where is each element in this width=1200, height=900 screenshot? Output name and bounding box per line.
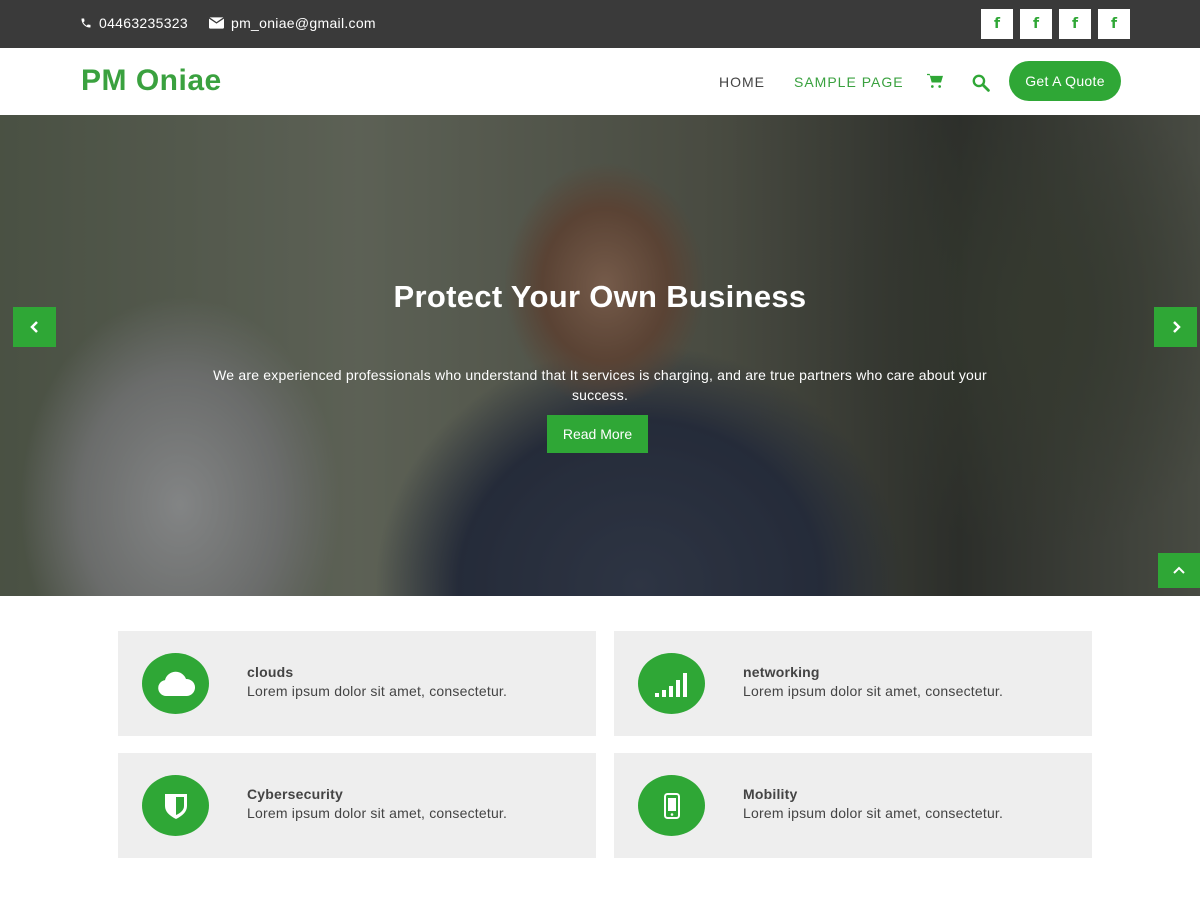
email-address: pm_oniae@gmail.com bbox=[231, 15, 376, 31]
hero-slider: Protect Your Own Business We are experie… bbox=[0, 115, 1200, 596]
facebook-icon: f bbox=[1110, 16, 1118, 32]
top-bar: 04463235323 pm_oniae@gmail.com f f f f bbox=[0, 0, 1200, 48]
service-card-clouds: clouds Lorem ipsum dolor sit amet, conse… bbox=[118, 631, 596, 736]
phone-number: 04463235323 bbox=[99, 15, 188, 31]
facebook-icon: f bbox=[1032, 16, 1040, 32]
facebook-link-1[interactable]: f bbox=[981, 9, 1013, 39]
search-icon[interactable] bbox=[971, 73, 990, 97]
facebook-icon: f bbox=[1071, 16, 1079, 32]
service-title: clouds bbox=[247, 664, 294, 680]
read-more-button[interactable]: Read More bbox=[547, 415, 648, 453]
site-logo[interactable]: PM Oniae bbox=[81, 64, 222, 98]
service-card-networking: networking Lorem ipsum dolor sit amet, c… bbox=[614, 631, 1092, 736]
facebook-icon: f bbox=[993, 16, 1001, 32]
signal-icon bbox=[638, 653, 705, 714]
nav-item-sample-page[interactable]: SAMPLE PAGE bbox=[794, 74, 904, 90]
social-links: f f f f bbox=[981, 9, 1130, 39]
facebook-link-4[interactable]: f bbox=[1098, 9, 1130, 39]
email-contact[interactable]: pm_oniae@gmail.com bbox=[209, 15, 376, 31]
service-card-mobility: Mobility Lorem ipsum dolor sit amet, con… bbox=[614, 753, 1092, 858]
facebook-link-3[interactable]: f bbox=[1059, 9, 1091, 39]
nav-item-home[interactable]: HOME bbox=[719, 74, 765, 90]
service-title: Mobility bbox=[743, 786, 798, 802]
slider-prev-button[interactable] bbox=[13, 307, 56, 347]
facebook-link-2[interactable]: f bbox=[1020, 9, 1052, 39]
mobile-icon bbox=[638, 775, 705, 836]
scroll-to-top-button[interactable] bbox=[1158, 553, 1200, 588]
service-card-cybersecurity: Cybersecurity Lorem ipsum dolor sit amet… bbox=[118, 753, 596, 858]
service-description: Lorem ipsum dolor sit amet, consectetur. bbox=[247, 683, 508, 699]
cloud-icon bbox=[142, 653, 209, 714]
site-header: PM Oniae HOME SAMPLE PAGE Get A Quote bbox=[0, 48, 1200, 115]
slider-next-button[interactable] bbox=[1154, 307, 1197, 347]
service-description: Lorem ipsum dolor sit amet, consectetur. bbox=[743, 683, 1004, 699]
shield-icon bbox=[142, 775, 209, 836]
envelope-icon bbox=[209, 17, 224, 29]
service-title: Cybersecurity bbox=[247, 786, 343, 802]
service-description: Lorem ipsum dolor sit amet, consectetur. bbox=[247, 805, 508, 821]
phone-contact[interactable]: 04463235323 bbox=[80, 15, 188, 31]
cart-icon[interactable] bbox=[927, 73, 943, 93]
hero-overlay bbox=[0, 115, 1200, 596]
hero-description: We are experienced professionals who und… bbox=[213, 367, 987, 403]
get-quote-button[interactable]: Get A Quote bbox=[1009, 61, 1121, 101]
chevron-up-icon bbox=[1173, 566, 1185, 574]
phone-icon bbox=[81, 18, 91, 28]
chevron-left-icon bbox=[29, 321, 38, 333]
service-title: networking bbox=[743, 664, 820, 680]
hero-title: Protect Your Own Business bbox=[393, 279, 807, 314]
chevron-right-icon bbox=[1172, 321, 1181, 333]
service-description: Lorem ipsum dolor sit amet, consectetur. bbox=[743, 805, 1004, 821]
